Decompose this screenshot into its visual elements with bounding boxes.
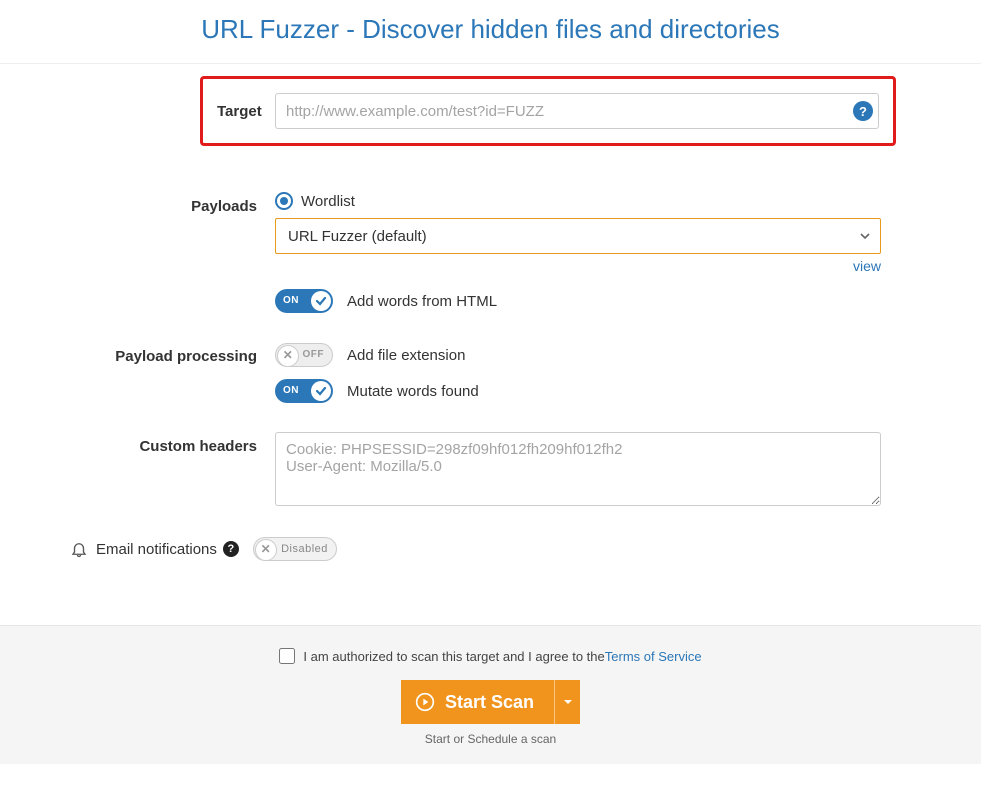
add-extension-label: Add file extension [347, 347, 465, 364]
play-icon [415, 692, 435, 712]
add-words-toggle[interactable]: ON [275, 289, 333, 313]
wordlist-radio[interactable] [275, 192, 293, 210]
footer: I am authorized to scan this target and … [0, 625, 981, 764]
email-notifications-label: Email notifications [96, 541, 217, 558]
wordlist-radio-label: Wordlist [301, 193, 355, 210]
wordlist-select[interactable]: URL Fuzzer (default) [275, 218, 881, 254]
add-words-label: Add words from HTML [347, 293, 497, 310]
processing-label: Payload processing [30, 342, 275, 365]
check-icon [312, 292, 330, 310]
target-highlight-frame: Target ? [200, 76, 896, 146]
view-wordlist-link[interactable]: view [275, 258, 881, 274]
footer-hint: Start or Schedule a scan [0, 732, 981, 746]
mutate-words-label: Mutate words found [347, 383, 479, 400]
add-extension-toggle[interactable]: ✕ OFF [275, 343, 333, 367]
bell-icon [70, 540, 88, 558]
x-icon: ✕ [279, 346, 297, 364]
mutate-words-toggle[interactable]: ON [275, 379, 333, 403]
page-title: URL Fuzzer - Discover hidden files and d… [0, 0, 981, 64]
headers-label: Custom headers [30, 432, 275, 455]
consent-text: I am authorized to scan this target and … [303, 649, 604, 664]
start-scan-button[interactable]: Start Scan [401, 680, 554, 724]
start-scan-dropdown[interactable] [554, 680, 580, 724]
help-icon[interactable]: ? [853, 101, 873, 121]
terms-of-service-link[interactable]: Terms of Service [605, 649, 702, 664]
check-icon [312, 382, 330, 400]
email-notifications-toggle[interactable]: ✕ Disabled [253, 537, 337, 561]
custom-headers-textarea[interactable] [275, 432, 881, 506]
x-icon: ✕ [257, 540, 275, 558]
target-label: Target [217, 103, 275, 120]
payloads-label: Payloads [30, 192, 275, 215]
consent-checkbox[interactable] [279, 648, 295, 664]
help-icon[interactable]: ? [223, 541, 239, 557]
target-input[interactable] [275, 93, 879, 129]
